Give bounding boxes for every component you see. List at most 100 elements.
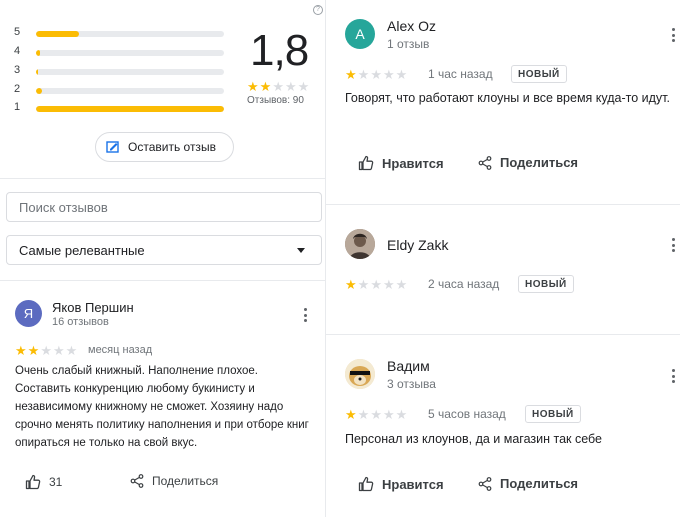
like-button[interactable]: Нравится: [358, 476, 444, 492]
help-icon[interactable]: ?: [313, 5, 323, 15]
share-icon: [130, 474, 144, 488]
edit-review-icon: [106, 141, 119, 153]
average-rating: 1,8: [250, 26, 309, 75]
rating-bar-track: [36, 88, 224, 94]
review-time: 1 час назад: [428, 67, 493, 81]
doge-avatar-icon: [345, 359, 375, 389]
rating-bar-label: 4: [14, 45, 21, 57]
share-button[interactable]: Поделиться: [478, 476, 578, 491]
avatar[interactable]: [345, 229, 375, 259]
star-empty-icon: ★: [382, 277, 395, 292]
star-empty-icon: ★: [395, 407, 408, 422]
star-empty-icon: ★: [395, 277, 408, 292]
share-label: Поделиться: [500, 476, 579, 491]
avatar[interactable]: [345, 359, 375, 389]
rating-bar-label: 1: [14, 101, 21, 113]
search-reviews-placeholder: Поиск отзывов: [19, 199, 108, 215]
review-stars: ★ ★ ★ ★ ★: [345, 408, 407, 421]
filters-divider: [0, 280, 325, 281]
star-empty-icon: ★: [272, 79, 284, 94]
reviewer-name[interactable]: Яков Першин: [52, 300, 134, 315]
more-options-icon[interactable]: [671, 28, 675, 42]
thumbs-up-icon: [25, 474, 41, 490]
rating-bar-1: 1: [14, 101, 226, 115]
rating-bar-2: 2: [14, 83, 226, 97]
star-empty-icon: ★: [40, 343, 52, 358]
reviewer-review-count: 1 отзыв: [387, 37, 430, 51]
thumbs-up-icon: [358, 476, 374, 492]
star-empty-icon: ★: [357, 277, 370, 292]
review-time: месяц назад: [88, 344, 153, 356]
like-label: Нравится: [382, 476, 444, 492]
reviewer-review-count: 16 отзывов: [52, 316, 109, 328]
avatar[interactable]: A: [345, 19, 375, 49]
rating-bar-label: 2: [14, 83, 21, 95]
search-reviews-input[interactable]: Поиск отзывов: [6, 192, 322, 222]
like-label: Нравится: [382, 155, 444, 171]
star-empty-icon: ★: [395, 67, 408, 82]
star-filled-icon: ★: [15, 343, 27, 358]
review-text: Очень слабый книжный. Наполнение плохое.…: [15, 365, 309, 449]
share-label: Поделиться: [152, 474, 219, 488]
review-stars: ★ ★ ★ ★ ★: [15, 344, 77, 357]
review-text: Говорят, что работают клоуны и все время…: [345, 91, 670, 105]
rating-bar-track: [36, 106, 224, 112]
like-count: 31: [49, 475, 63, 489]
rating-bar-label: 5: [14, 26, 21, 38]
reviewer-name[interactable]: Вадим: [387, 358, 430, 374]
rating-bar-track: [36, 69, 224, 75]
star-empty-icon: ★: [65, 343, 78, 358]
star-empty-icon: ★: [297, 79, 310, 94]
star-empty-icon: ★: [382, 67, 395, 82]
user-photo-icon: [345, 229, 375, 259]
rating-bar-fill: [36, 88, 42, 94]
review-text: Персонал из клоунов, да и магазин так се…: [345, 432, 603, 446]
new-badge: НОВЫЙ: [511, 65, 567, 83]
star-empty-icon: ★: [370, 407, 382, 422]
review-stars: ★ ★ ★ ★ ★: [345, 278, 407, 291]
star-empty-icon: ★: [370, 277, 382, 292]
star-empty-icon: ★: [382, 407, 395, 422]
star-empty-icon: ★: [370, 67, 382, 82]
reviewer-name[interactable]: Alex Oz: [387, 18, 436, 34]
more-options-icon[interactable]: [671, 369, 675, 383]
rating-bar-5: 5: [14, 26, 226, 40]
like-button[interactable]: Нравится: [358, 155, 444, 171]
column-divider: [325, 0, 326, 517]
write-review-button[interactable]: Оставить отзыв: [95, 132, 234, 162]
share-button[interactable]: Поделиться: [130, 474, 218, 488]
rating-bar-4: 4: [14, 45, 226, 59]
rating-bar-3: 3: [14, 64, 226, 78]
review-time: 2 часа назад: [428, 277, 500, 291]
star-filled-icon: ★: [345, 277, 357, 292]
more-options-icon[interactable]: [303, 308, 307, 322]
share-button[interactable]: Поделиться: [478, 155, 578, 170]
new-badge: НОВЫЙ: [518, 275, 574, 293]
share-icon: [478, 476, 492, 491]
rating-bar-track: [36, 31, 224, 37]
reviewer-name[interactable]: Eldy Zakk: [387, 237, 448, 253]
like-button[interactable]: 31: [25, 474, 62, 490]
average-rating-stars: ★ ★ ★ ★ ★: [247, 80, 309, 93]
sort-select[interactable]: Самые релевантные: [6, 235, 322, 265]
more-options-icon[interactable]: [671, 238, 675, 252]
rating-bar-fill: [36, 106, 224, 112]
summary-divider: [0, 178, 325, 179]
star-empty-icon: ★: [357, 67, 370, 82]
chevron-down-icon: [297, 248, 305, 253]
review-time: 5 часов назад: [428, 407, 506, 421]
star-filled-icon: ★: [345, 407, 357, 422]
rating-bar-fill: [36, 50, 40, 56]
rating-bar-fill: [36, 69, 38, 75]
star-empty-icon: ★: [284, 79, 297, 94]
reviews-count: Отзывов: 90: [247, 95, 304, 106]
rating-bar-fill: [36, 31, 80, 37]
avatar[interactable]: Я: [15, 300, 42, 327]
review-stars: ★ ★ ★ ★ ★: [345, 68, 407, 81]
new-badge: НОВЫЙ: [525, 405, 581, 423]
share-icon: [478, 155, 492, 170]
review-divider: [326, 204, 680, 205]
star-filled-icon: ★: [27, 343, 40, 358]
rating-bar-label: 3: [14, 64, 21, 76]
write-review-label: Оставить отзыв: [128, 140, 216, 154]
